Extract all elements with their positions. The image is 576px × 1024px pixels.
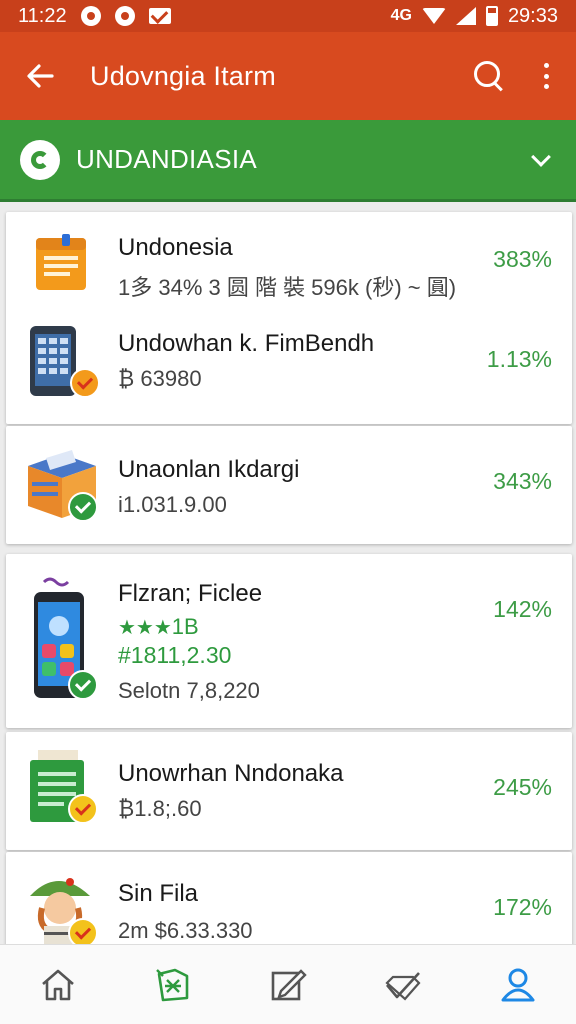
status-bar: 11:22 4G 29:33 [0,0,576,32]
section-logo-icon [20,139,60,180]
list-card: Unowrhan Nndonaka ₿1.8;.60 245% [6,732,572,850]
item-list: Undonesia 1多 34% 3 圆 階 裝 596k (秒) ~ 圓) 3… [0,202,576,944]
notepad-icon [24,232,100,312]
home-icon[interactable] [28,955,88,1015]
status-clock: 29:33 [507,4,558,27]
item-name: Flzran; Ficlee [118,580,263,607]
list-card: Undonesia 1多 34% 3 圆 階 裝 596k (秒) ~ 圓) 3… [6,212,572,424]
app-bar: Udovngia Itarm [0,32,576,120]
avatar-icon [24,866,100,944]
signal-icon [455,7,476,25]
status-time: 11:22 [18,4,67,27]
item-subtitle: i1.031.9.00 [118,492,227,517]
item-rating: ★★★1B [118,614,199,640]
app-title: Udovngia Itarm [90,60,276,91]
wifi-icon [421,8,446,24]
item-subtitle: 1多 34% 3 圆 階 裝 596k (秒) ~ 圓) [118,275,457,300]
item-name: Undonesia [118,234,233,261]
item-percent: 343% [493,468,552,494]
item-price: #1811,2.30 [118,642,232,668]
list-item[interactable]: Unowrhan Nndonaka ₿1.8;.60 245% [6,732,572,850]
bottom-navigation [0,944,576,1024]
list-item[interactable]: Sin Fila 2m $6.33.330 172% [6,852,572,944]
item-percent: 172% [493,894,552,920]
box-icon [24,444,100,524]
list-card: Sin Fila 2m $6.33.330 172% [6,852,572,944]
item-subtitle: Selotn 7,8,220 [118,678,260,703]
item-percent: 1.13% [486,346,552,372]
check-badge-icon [68,794,98,824]
list-card: Flzran; Ficlee ★★★1B #1811,2.30 Selotn 7… [6,554,572,728]
item-subtitle: ₿1.8;.60 [118,796,202,821]
item-percent: 245% [493,774,552,800]
check-badge-icon [70,368,100,398]
list-item[interactable]: Flzran; Ficlee ★★★1B #1811,2.30 Selotn 7… [6,554,572,728]
list-item[interactable]: Unaonlan Ikdargi i1.031.9.00 343% [6,426,572,544]
item-subtitle: ₿ 63980 [118,366,202,391]
store-icon[interactable] [143,955,203,1015]
profile-icon[interactable] [488,955,548,1015]
section-header[interactable]: UNDANDIASIA [0,120,576,202]
mail-icon [148,8,171,24]
battery-icon [485,6,498,26]
item-name: Unowrhan Nndonaka [118,760,344,787]
list-item[interactable]: Undonesia 1多 34% 3 圆 階 裝 596k (秒) ~ 圓) 3… [6,212,572,312]
item-name: Sin Fila [118,880,199,907]
deals-icon[interactable] [373,955,433,1015]
back-arrow-icon[interactable] [20,56,60,96]
item-percent: 142% [493,596,552,622]
document-icon [24,750,100,830]
item-percent: 383% [493,246,552,272]
search-icon[interactable] [472,59,506,93]
check-badge-icon [68,670,98,700]
item-name: Undowhan k. FimBendh [118,330,375,357]
edit-icon[interactable] [258,955,318,1015]
more-vert-icon[interactable] [536,59,556,93]
smartphone-icon [24,574,100,704]
notification-icon [80,6,101,26]
rating-label: 1B [171,614,199,639]
section-title: UNDANDIASIA [76,144,257,174]
calculator-phone-icon [24,320,100,400]
list-card: Unaonlan Ikdargi i1.031.9.00 343% [6,426,572,544]
list-item[interactable]: Undowhan k. FimBendh ₿ 63980 1.13% [6,312,572,424]
item-subtitle: 2m $6.33.330 [118,918,253,943]
check-badge-icon [68,918,98,944]
item-name: Unaonlan Ikdargi [118,456,300,483]
rating-stars: ★★★ [118,617,172,639]
check-badge-icon [68,492,98,522]
chevron-down-icon[interactable] [531,146,551,167]
record-icon [114,6,135,26]
network-label: 4G [390,7,412,24]
